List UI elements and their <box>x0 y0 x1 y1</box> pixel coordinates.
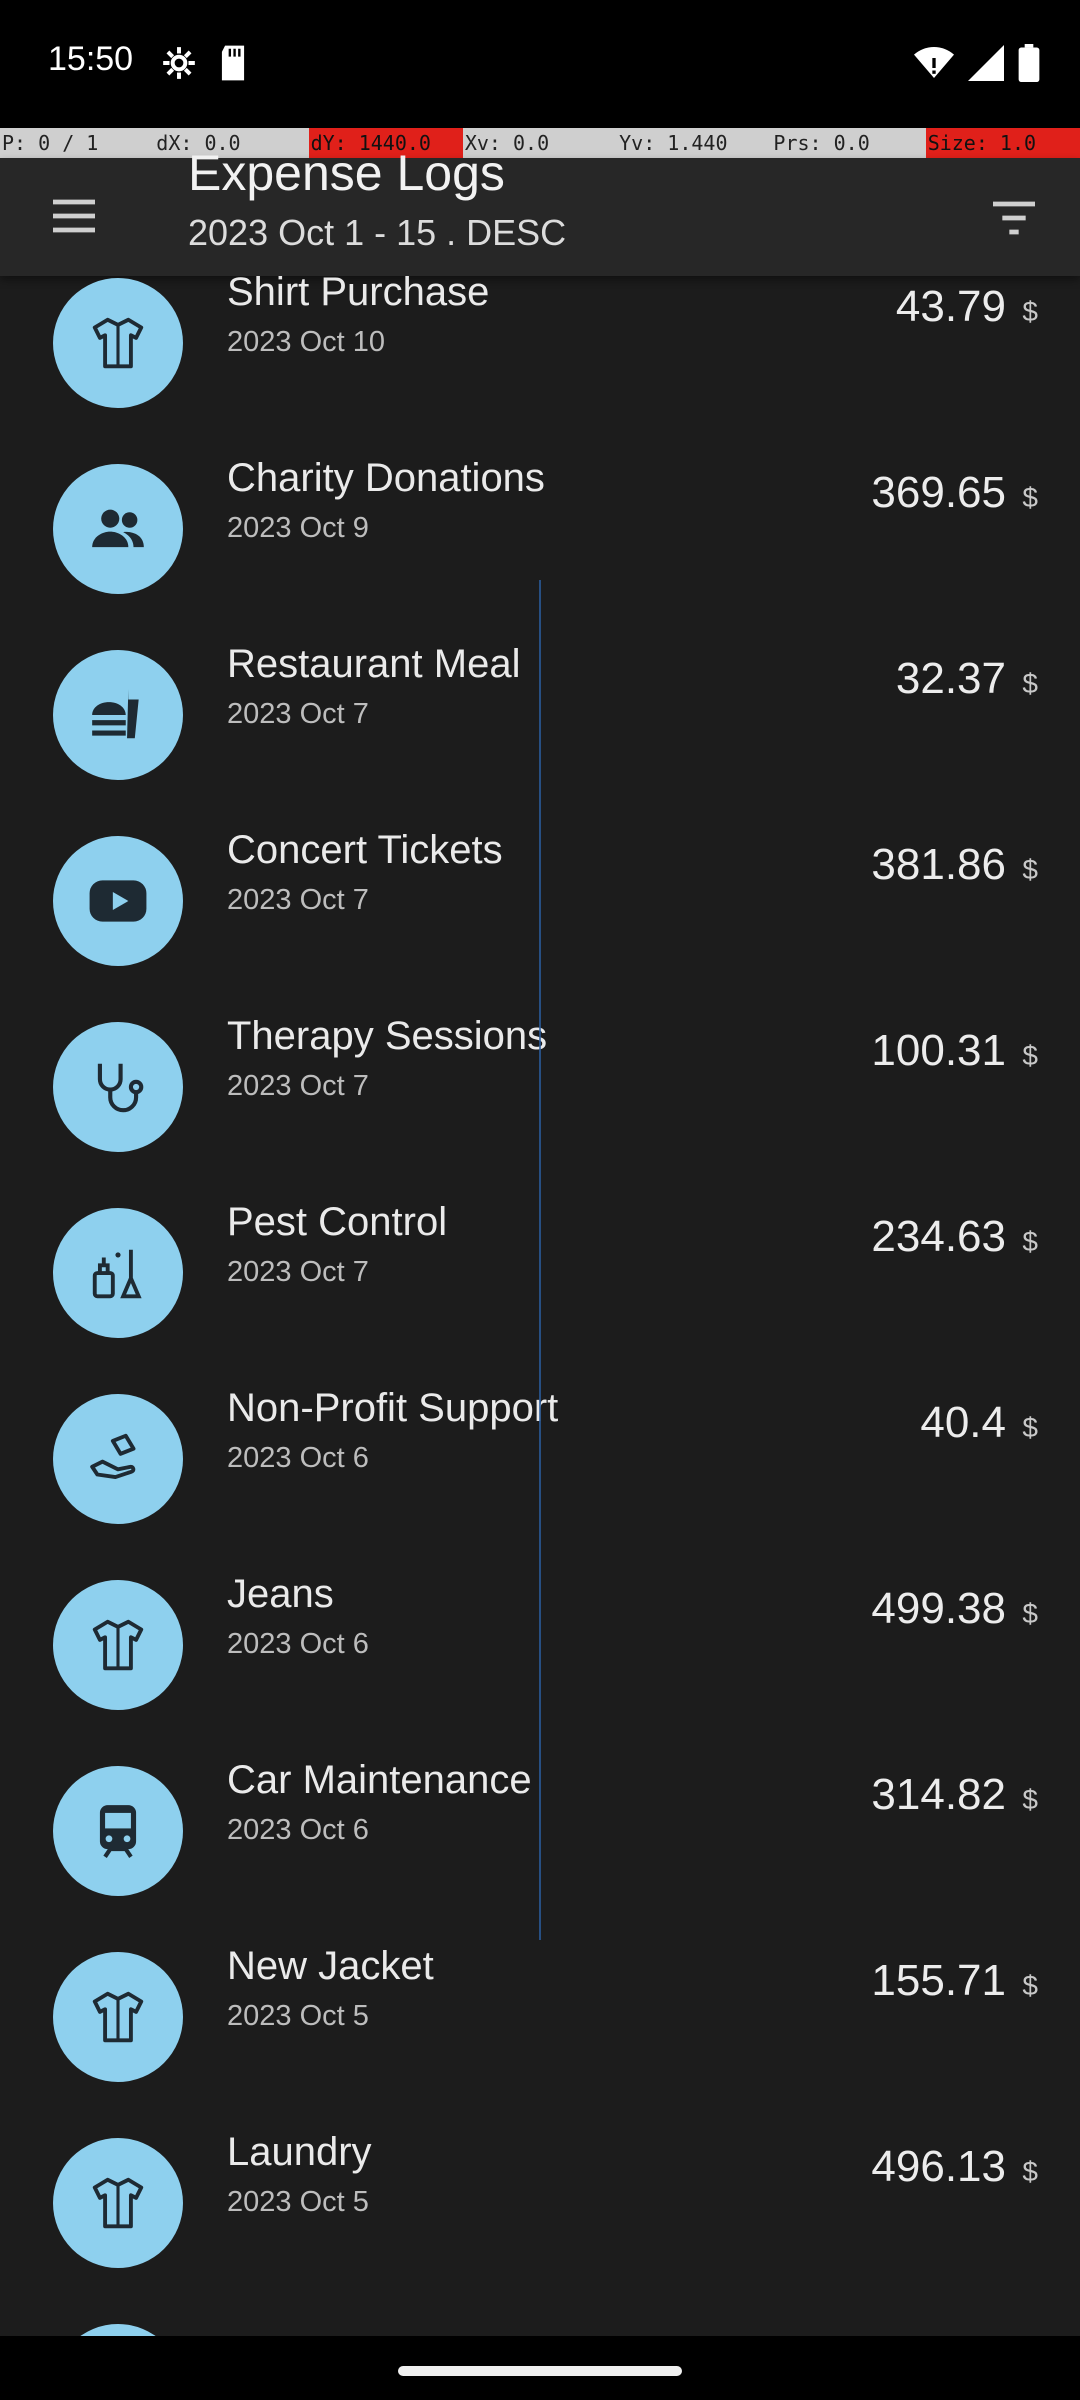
filter-icon[interactable] <box>986 190 1042 246</box>
pointer-count: P: 0 / 1 <box>2 131 99 155</box>
sd-card-icon <box>216 44 250 87</box>
expense-amount: 499.38 <box>871 1584 1006 1633</box>
currency-symbol: $ <box>1022 668 1038 699</box>
settings-icon <box>160 44 198 87</box>
people-icon <box>53 464 183 594</box>
status-bar: 15:50 <box>0 0 1080 128</box>
date-range-subtitle: 2023 Oct 1 - 15 . DESC <box>188 212 567 253</box>
expense-title: Laundry <box>227 2130 372 2174</box>
expense-title: Jeans <box>227 1572 334 1616</box>
expense-date: 2023 Oct 7 <box>227 1256 369 1288</box>
pointer-prs: Prs: 0.0 <box>773 131 870 155</box>
list-item[interactable]: New Jacket 2023 Oct 5 155.71 $ <box>0 1924 1080 2110</box>
expense-title: Charity Donations <box>227 456 545 500</box>
expense-amount: 234.63 <box>871 1212 1006 1261</box>
partial-avatar <box>53 2324 183 2336</box>
expense-amount: 32.37 <box>895 654 1006 703</box>
currency-symbol: $ <box>1022 2156 1038 2187</box>
currency-symbol: $ <box>1022 482 1038 513</box>
debug-pointer-trace <box>539 580 541 1940</box>
expense-date: 2023 Oct 10 <box>227 326 385 358</box>
home-gesture-handle[interactable] <box>398 2366 682 2376</box>
currency-symbol: $ <box>1022 1040 1038 1071</box>
currency-symbol: $ <box>1022 1784 1038 1815</box>
wifi-icon <box>914 45 954 86</box>
menu-icon[interactable] <box>46 188 102 244</box>
page-title: Expense Logs <box>188 145 505 201</box>
shirt-icon <box>53 1952 183 2082</box>
signal-icon <box>968 45 1004 86</box>
play-icon <box>53 836 183 966</box>
expense-title: Concert Tickets <box>227 828 503 872</box>
stethoscope-icon <box>53 1022 183 1152</box>
expense-title: Restaurant Meal <box>227 642 521 686</box>
list-item[interactable]: Laundry 2023 Oct 5 496.13 $ <box>0 2110 1080 2296</box>
expense-title: Shirt Purchase <box>227 276 490 314</box>
expense-amount: 40.4 <box>920 1398 1006 1447</box>
expense-date: 2023 Oct 9 <box>227 512 369 544</box>
expense-title: Non-Profit Support <box>227 1386 559 1430</box>
pointer-size: Size: 1.0 <box>925 128 1080 158</box>
expense-title: New Jacket <box>227 1944 434 1988</box>
expense-title: Pest Control <box>227 1200 448 1244</box>
currency-symbol: $ <box>1022 1598 1038 1629</box>
shirt-icon <box>53 2138 183 2268</box>
expense-amount: 100.31 <box>871 1026 1006 1075</box>
expense-date: 2023 Oct 7 <box>227 698 369 730</box>
pointer-location-overlay: P: 0 / 1 dX: 0.0 dY: 1440.0 Xv: 0.0 Yv: … <box>0 128 1080 158</box>
expense-amount: 43.79 <box>895 282 1006 331</box>
cleaning-icon <box>53 1208 183 1338</box>
shirt-icon <box>53 278 183 408</box>
navigation-bar <box>0 2336 1080 2400</box>
expense-date: 2023 Oct 6 <box>227 1814 369 1846</box>
expense-amount: 314.82 <box>871 1770 1006 1819</box>
train-icon <box>53 1766 183 1896</box>
expense-date: 2023 Oct 5 <box>227 2000 369 2032</box>
shirt-icon <box>53 1580 183 1710</box>
list-item[interactable]: Shirt Purchase 2023 Oct 10 43.79 $ <box>0 276 1080 436</box>
app-bar: Expense Logs 2023 Oct 1 - 15 . DESC <box>0 145 1080 276</box>
expense-amount: 155.71 <box>871 1956 1006 2005</box>
currency-symbol: $ <box>1022 1970 1038 2001</box>
fastfood-icon <box>53 650 183 780</box>
expense-date: 2023 Oct 6 <box>227 1442 369 1474</box>
donation-hand-icon <box>53 1394 183 1524</box>
expense-date: 2023 Oct 5 <box>227 2186 369 2218</box>
expense-title: Therapy Sessions <box>227 1014 548 1058</box>
currency-symbol: $ <box>1022 854 1038 885</box>
expense-amount: 369.65 <box>871 468 1006 517</box>
currency-symbol: $ <box>1022 296 1038 327</box>
expense-title: Car Maintenance <box>227 1758 532 1802</box>
list-item-partial[interactable] <box>0 2296 1080 2336</box>
currency-symbol: $ <box>1022 1412 1038 1443</box>
pointer-yv: Yv: 1.440 <box>619 131 728 155</box>
status-time: 15:50 <box>48 40 134 78</box>
expense-amount: 496.13 <box>871 2142 1006 2191</box>
expense-date: 2023 Oct 7 <box>227 1070 369 1102</box>
currency-symbol: $ <box>1022 1226 1038 1257</box>
expense-date: 2023 Oct 7 <box>227 884 369 916</box>
expense-date: 2023 Oct 6 <box>227 1628 369 1660</box>
expense-amount: 381.86 <box>871 840 1006 889</box>
battery-icon <box>1018 44 1040 87</box>
